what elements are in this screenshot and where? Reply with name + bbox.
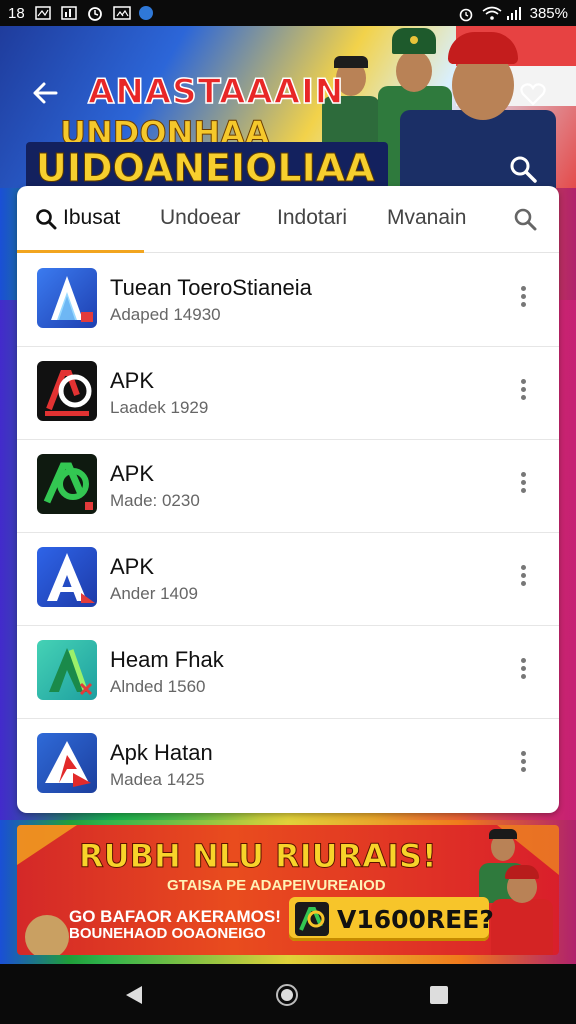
promo-cta-label: V1600REE? <box>337 905 494 934</box>
alarm-icon <box>458 6 474 22</box>
signal-icon <box>506 6 522 20</box>
gallery-icon <box>112 6 131 20</box>
favorite-icon[interactable] <box>520 82 546 106</box>
app-icon <box>37 268 97 328</box>
back-arrow-icon[interactable] <box>30 78 60 108</box>
app-title: APK <box>110 368 155 393</box>
list-item[interactable]: APK Laadek 1929 <box>17 346 559 440</box>
wifi-icon <box>482 6 502 20</box>
list-item[interactable]: APK Ander 1409 <box>17 532 559 626</box>
tab-ibusat[interactable]: Ibusat <box>63 206 120 230</box>
more-options-icon[interactable] <box>517 469 529 499</box>
search-icon[interactable] <box>508 154 538 184</box>
apk-logo-icon <box>295 902 329 936</box>
app-title: Heam Fhak <box>110 647 224 672</box>
app-icon <box>37 361 97 421</box>
banner-title-line-3: UIDOANEIOLIAA <box>36 146 376 189</box>
promo-text-line-2: BOUNEHAOD OOAONEIGO <box>69 925 266 942</box>
promo-subtitle: GTAISA PE ADAPEIVUREAIOD <box>167 877 386 894</box>
more-options-icon[interactable] <box>517 283 529 313</box>
list-item[interactable]: APK Made: 0230 <box>17 439 559 533</box>
app-icon <box>37 547 97 607</box>
app-title: APK <box>110 461 155 486</box>
category-tabs: Ibusat Undoear Indotari Mvanain <box>17 186 559 253</box>
sync-icon <box>87 6 103 21</box>
app-subtitle: Madea 1425 <box>110 770 205 789</box>
tab-indotari[interactable]: Indotari <box>277 206 347 230</box>
search-icon <box>35 208 57 230</box>
list-item[interactable]: Heam Fhak Alnded 1560 <box>17 625 559 719</box>
more-options-icon[interactable] <box>517 376 529 406</box>
notification-icon <box>34 6 51 20</box>
promo-cta-button[interactable]: V1600REE? <box>289 897 494 941</box>
status-time: 18 <box>8 4 25 22</box>
app-list-card: Ibusat Undoear Indotari Mvanain Tuean To… <box>17 186 559 813</box>
app-icon <box>37 640 97 700</box>
promo-banner[interactable]: RUBH NLU RIURAIS! GTAISA PE ADAPEIVUREAI… <box>17 825 559 955</box>
nav-recents-icon[interactable] <box>430 986 448 1004</box>
battery-text: 385% <box>529 4 568 22</box>
app-subtitle: Ander 1409 <box>110 584 198 603</box>
list-item[interactable]: Tuean ToeroStianeia Adaped 14930 <box>17 253 559 347</box>
chart-icon <box>60 6 77 20</box>
app-subtitle: Alnded 1560 <box>110 677 206 696</box>
status-bar: 18 385% <box>0 0 576 26</box>
app-title: Apk Hatan <box>110 740 213 765</box>
promo-title: RUBH NLU RIURAIS! <box>79 837 438 876</box>
app-subtitle: Laadek 1929 <box>110 398 209 417</box>
app-icon <box>37 733 97 793</box>
more-options-icon[interactable] <box>517 655 529 685</box>
header-banner: ANASTAAAIN UNDONHAA UIDOANEIOLIAA <box>0 26 576 188</box>
more-options-icon[interactable] <box>517 562 529 592</box>
list-item[interactable]: Apk Hatan Madea 1425 <box>17 718 559 811</box>
app-title: APK <box>110 554 155 579</box>
promo-text-line-1: GO BAFAOR AKERAMOS! <box>69 907 281 926</box>
tab-undoear[interactable]: Undoear <box>160 206 241 230</box>
banner-title-line-1: ANASTAAAIN <box>87 71 345 113</box>
app-subtitle: Adaped 14930 <box>110 305 221 324</box>
app-title: Tuean ToeroStianeia <box>110 275 312 300</box>
nav-home-dot <box>281 989 293 1001</box>
search-icon[interactable] <box>513 207 537 231</box>
system-nav-bar <box>0 964 576 1024</box>
more-options-icon[interactable] <box>517 748 529 778</box>
app-icon <box>37 454 97 514</box>
app-subtitle: Made: 0230 <box>110 491 200 510</box>
nav-back-icon[interactable] <box>124 984 144 1006</box>
app-notification-icon <box>138 6 153 20</box>
tab-mvanain[interactable]: Mvanain <box>387 206 466 230</box>
